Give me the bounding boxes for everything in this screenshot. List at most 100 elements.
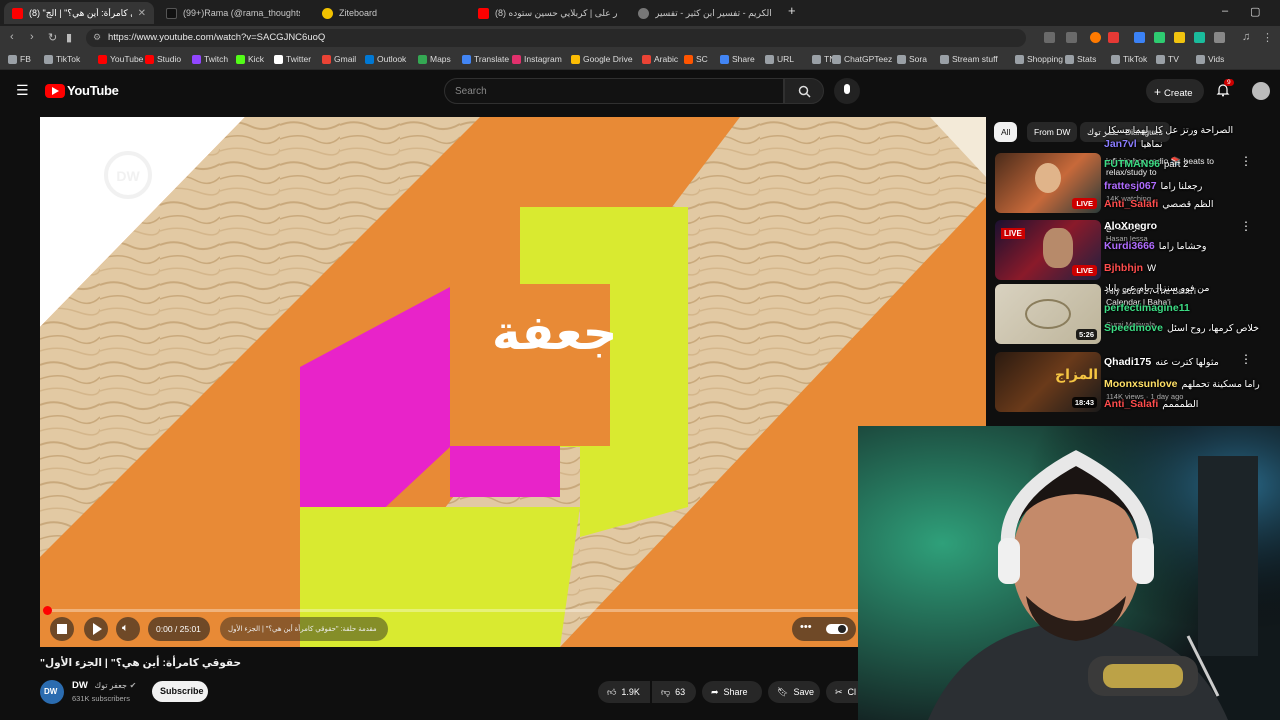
bookmark-chatgpteez[interactable]: ChatGPTeez xyxy=(832,54,892,64)
stop-button[interactable] xyxy=(50,617,74,641)
recommendation-thumbnail[interactable]: المزاج 18:43 xyxy=(995,352,1101,412)
recommendation-thumbnail[interactable]: 5:26 xyxy=(995,284,1101,344)
autoplay-toggle[interactable] xyxy=(826,624,848,634)
browser-tab-quran[interactable]: القرآن الكريم - تفسير ابن كثير - تفسير xyxy=(630,2,780,24)
chat-text: part 2 xyxy=(1164,159,1189,170)
forward-icon[interactable]: › xyxy=(30,31,34,43)
maximize-button[interactable]: ▢ xyxy=(1250,5,1260,18)
tiktok-favicon-icon xyxy=(166,7,177,19)
extension-icon[interactable] xyxy=(1134,32,1145,43)
chip-from-dw[interactable]: From DW xyxy=(1027,122,1078,142)
channel-avatar[interactable]: DW xyxy=(40,680,64,704)
settings-controls[interactable]: ••• xyxy=(792,617,856,641)
chat-message: Kurdi3666 وحشاما راما xyxy=(1104,240,1206,252)
bookmark-label: Shopping xyxy=(1027,54,1063,64)
bookmark-tiktok[interactable]: TikTok xyxy=(44,54,80,64)
bookmark-sc[interactable]: SC xyxy=(684,54,708,64)
more-icon[interactable]: ••• xyxy=(800,621,812,633)
search-button[interactable] xyxy=(784,78,824,104)
extensions-puzzle-icon[interactable] xyxy=(1214,32,1225,43)
bookmark-translate[interactable]: Translate xyxy=(462,54,509,64)
browser-tab-youtube[interactable]: (8) "حقوقي كامرأة: أين هي؟" | الج ✕ xyxy=(4,2,154,24)
progress-scrubber[interactable] xyxy=(43,606,52,615)
channel-name[interactable]: DW جعفر توك ✔ xyxy=(72,680,136,691)
bookmark-label: TikTok xyxy=(1123,54,1148,64)
brave-icon[interactable] xyxy=(1090,32,1101,43)
chip-all[interactable]: All xyxy=(994,122,1018,142)
chat-text: راما مسكينة تحملهم xyxy=(1181,379,1260,390)
subscribe-button[interactable]: Subscribe xyxy=(152,681,208,702)
like-button[interactable]: 👍︎ 1.9K xyxy=(598,681,650,703)
bookmark-favicon-icon xyxy=(765,54,774,64)
minimize-button[interactable]: – xyxy=(1222,5,1228,17)
dislike-button[interactable]: 👎︎ 63 xyxy=(652,681,696,703)
youtube-logo-text[interactable]: YouTube xyxy=(67,83,119,98)
bookmark-twitch[interactable]: Twitch xyxy=(192,54,228,64)
bookmark-sora[interactable]: Sora xyxy=(897,54,927,64)
share-button[interactable]: ➦ Share xyxy=(702,681,762,703)
notifications-bell-icon[interactable]: 9 xyxy=(1216,79,1234,97)
bookmark-tiktok[interactable]: TikTok xyxy=(1111,54,1147,64)
share-icon[interactable] xyxy=(1066,32,1077,43)
close-tab-icon[interactable]: ✕ xyxy=(138,8,146,19)
extension-icon[interactable] xyxy=(1174,32,1185,43)
bookmark-vids[interactable]: Vids xyxy=(1196,54,1224,64)
search-input[interactable]: Search xyxy=(444,78,784,104)
browser-tab-youtube-2[interactable]: (8) تنار على | كربلايي حسين ستوده xyxy=(470,2,626,24)
clip-button[interactable]: ✂ Cl xyxy=(826,681,860,703)
youtube-logo-icon[interactable] xyxy=(45,84,65,98)
recommendation-thumbnail[interactable]: LIVE xyxy=(995,153,1101,213)
chat-username: Speedmove xyxy=(1104,322,1163,334)
hamburger-menu-icon[interactable]: ☰ xyxy=(16,82,29,99)
bookmark-google-drive[interactable]: Google Drive xyxy=(571,54,633,64)
bookmark-share[interactable]: Share xyxy=(720,54,755,64)
save-button[interactable]: 🔖︎ Save xyxy=(768,681,820,703)
bookmark-favicon-icon xyxy=(571,54,580,64)
bookmark-stream-stuff[interactable]: Stream stuff xyxy=(940,54,998,64)
recommendation-thumbnail[interactable]: LIVE LIVE xyxy=(995,220,1101,280)
extension-icon[interactable] xyxy=(1108,32,1119,43)
new-tab-button[interactable]: + xyxy=(788,3,796,18)
bookmark-label: Arabic xyxy=(654,54,679,64)
address-bar[interactable]: ⚙ https://www.youtube.com/watch?v=SACGJN… xyxy=(86,29,1026,47)
media-icon[interactable]: ♫ xyxy=(1242,31,1250,43)
back-icon[interactable]: ‹ xyxy=(10,31,14,43)
bookmark-maps[interactable]: Maps xyxy=(418,54,451,64)
browser-tab-ziteboard[interactable]: Ziteboard xyxy=(314,2,464,24)
bookmark-youtube[interactable]: YouTube xyxy=(98,54,143,64)
cast-icon[interactable] xyxy=(1044,32,1055,43)
menu-kebab-icon[interactable]: ⋮ xyxy=(1262,31,1273,44)
extension-icon[interactable] xyxy=(1154,32,1165,43)
avatar[interactable] xyxy=(1252,82,1270,100)
progress-bar[interactable] xyxy=(43,606,986,615)
volume-icon[interactable]: 🔈︎ xyxy=(116,617,140,641)
more-options-icon[interactable]: ⋮ xyxy=(1240,154,1252,168)
video-player[interactable]: DW جعفة 🔈︎ 0:00 / 25:01 مقدمة حلقة: "حقو… xyxy=(40,117,986,647)
bookmark-shopping[interactable]: Shopping xyxy=(1015,54,1063,64)
reload-icon[interactable]: ↻ xyxy=(48,31,57,44)
bookmark-arabic[interactable]: Arabic xyxy=(642,54,678,64)
bookmark-fb[interactable]: FB xyxy=(8,54,31,64)
bookmark-stats[interactable]: Stats xyxy=(1065,54,1096,64)
play-button[interactable] xyxy=(84,617,108,641)
bookmark-favicon-icon xyxy=(642,54,651,64)
bookmark-outlook[interactable]: Outlook xyxy=(365,54,406,64)
more-options-icon[interactable]: ⋮ xyxy=(1240,352,1252,366)
bookmark-kick[interactable]: Kick xyxy=(236,54,264,64)
bookmark-tv[interactable]: TV xyxy=(1156,54,1179,64)
create-button[interactable]: + Create xyxy=(1146,79,1204,103)
chapter-button[interactable]: مقدمة حلقة: "حقوقي كامرأة أين هي؟" | الج… xyxy=(220,617,388,641)
bookmark-gmail[interactable]: Gmail xyxy=(322,54,356,64)
bookmark-url[interactable]: URL xyxy=(765,54,794,64)
browser-tab-tiktok[interactable]: (99+)Rama (@rama_thoughts) | TikTo xyxy=(158,2,308,24)
voice-search-button[interactable] xyxy=(834,78,860,104)
bookmark-instagram[interactable]: Instagram xyxy=(512,54,562,64)
bookmark-studio[interactable]: Studio xyxy=(145,54,181,64)
extension-icon[interactable] xyxy=(1194,32,1205,43)
site-info-icon[interactable]: ⚙ xyxy=(93,32,101,43)
more-options-icon[interactable]: ⋮ xyxy=(1240,219,1252,233)
bookmark-twitter[interactable]: Twitter xyxy=(274,54,311,64)
bookmark-label: Outlook xyxy=(377,54,407,64)
duration-badge: 18:43 xyxy=(1071,397,1097,408)
bookmark-icon[interactable]: ▮ xyxy=(66,31,72,44)
